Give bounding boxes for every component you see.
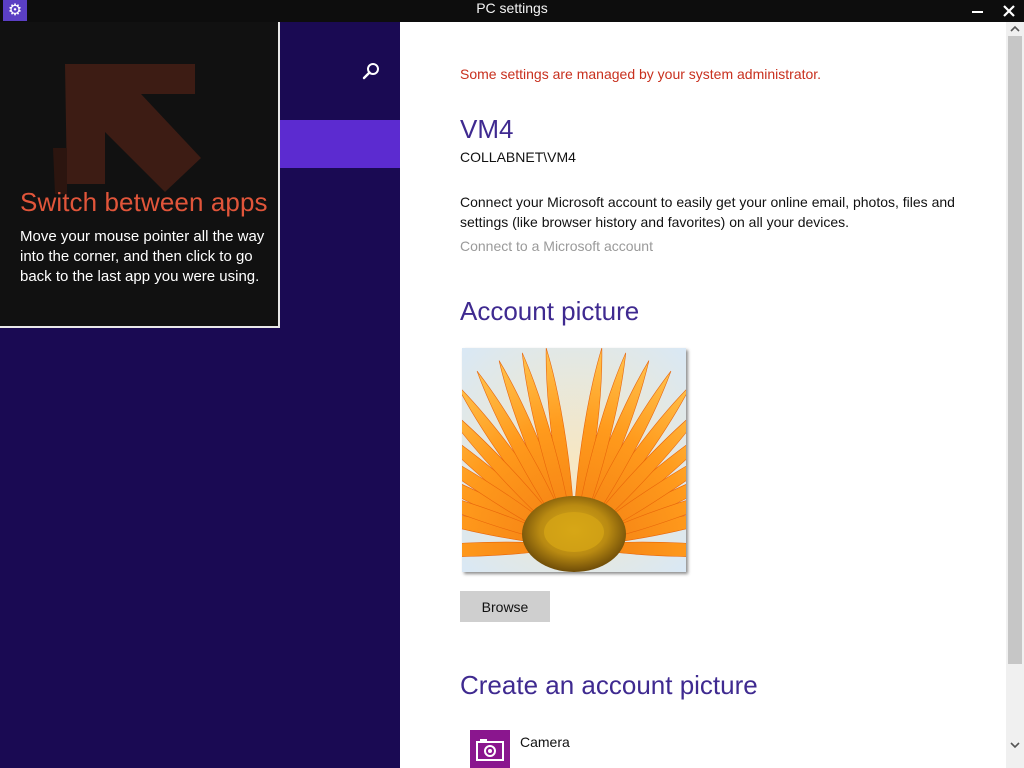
user-name: VM4	[460, 114, 514, 144]
connect-microsoft-account-link[interactable]: Connect to a Microsoft account	[460, 238, 653, 254]
search-icon[interactable]	[360, 60, 382, 82]
account-picture-heading: Account picture	[460, 296, 640, 326]
window-title: PC settings	[476, 0, 548, 16]
camera-app-tile[interactable]	[470, 730, 510, 768]
close-icon	[1003, 5, 1015, 17]
scroll-down-arrow-icon[interactable]	[1010, 740, 1020, 750]
minimize-button[interactable]	[962, 0, 992, 22]
close-button[interactable]	[994, 0, 1024, 22]
camera-icon	[476, 739, 504, 761]
scrollbar-thumb[interactable]	[1008, 36, 1022, 664]
create-account-picture-heading: Create an account picture	[460, 670, 758, 700]
tip-body: Move your mouse pointer all the way into…	[20, 228, 265, 285]
title-bar: ⚙ PC settings	[0, 0, 1024, 22]
camera-app-label[interactable]: Camera	[520, 734, 570, 750]
user-domain: COLLABNET\VM4	[460, 149, 576, 165]
tip-flyout: Switch between apps Move your mouse poin…	[0, 22, 280, 328]
account-picture	[462, 348, 686, 572]
account-description: Connect your Microsoft account to easily…	[460, 194, 955, 230]
browse-button[interactable]: Browse	[460, 591, 550, 622]
tip-title: Switch between apps	[20, 187, 268, 217]
settings-content: Some settings are managed by your system…	[400, 22, 1006, 768]
admin-notice: Some settings are managed by your system…	[460, 66, 822, 82]
vertical-scrollbar[interactable]	[1006, 22, 1024, 768]
scroll-up-arrow-icon[interactable]	[1010, 24, 1020, 34]
minimize-icon	[971, 11, 983, 13]
selected-nav-item[interactable]	[278, 120, 400, 168]
